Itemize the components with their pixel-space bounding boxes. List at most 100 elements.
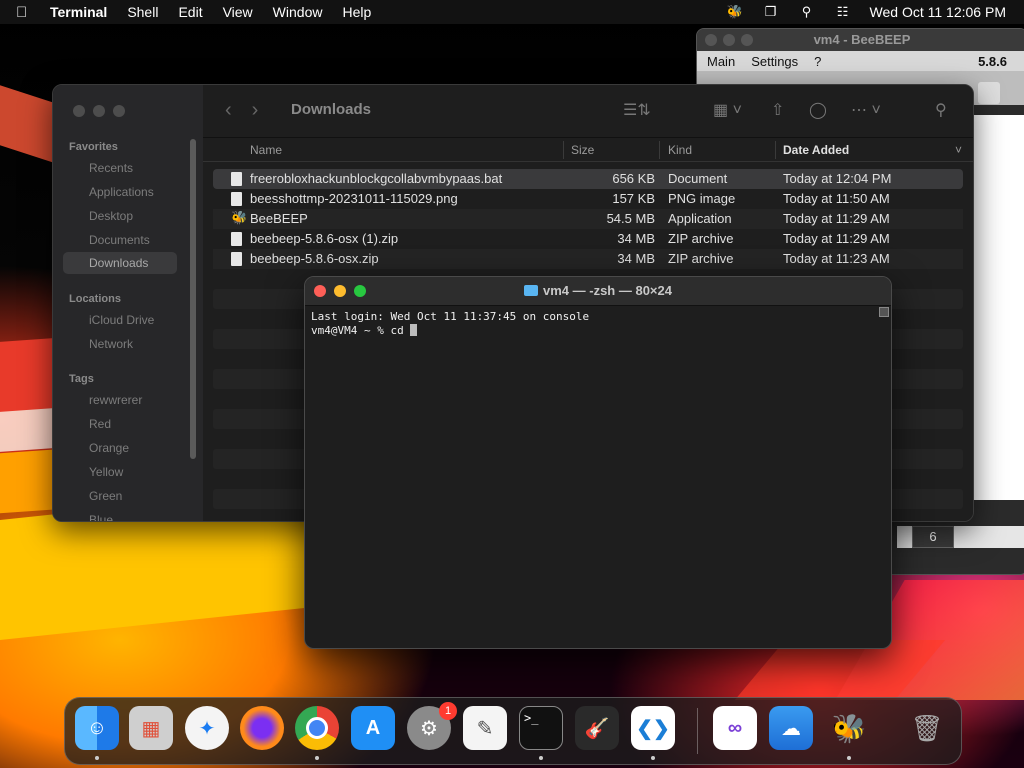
- terminal-output[interactable]: Last login: Wed Oct 11 11:37:45 on conso…: [305, 306, 891, 342]
- zip-file-icon: [231, 252, 242, 266]
- beebeep-menubar: Main Settings ? 5.8.6: [697, 51, 1024, 71]
- menu-bar:  Terminal Shell Edit View Window Help 🐝…: [0, 0, 1024, 24]
- beebeep-dock-icon[interactable]: 🐝: [827, 706, 871, 750]
- beebeep-menu-main[interactable]: Main: [707, 54, 735, 69]
- sidebar-tag-red[interactable]: Red: [89, 417, 111, 431]
- menu-app-terminal[interactable]: Terminal: [50, 4, 107, 20]
- garageband-dock-icon[interactable]: 🎸: [575, 706, 619, 750]
- menu-help[interactable]: Help: [342, 4, 371, 20]
- finder-sidebar: Favorites Recents Applications Desktop D…: [53, 85, 203, 521]
- column-date-added[interactable]: Date Added: [783, 143, 849, 157]
- more-actions-icon[interactable]: ⋯ ˅: [851, 100, 881, 120]
- firefox-dock-icon[interactable]: [240, 706, 284, 750]
- terminal-close-button[interactable]: [314, 285, 326, 297]
- finder-close-button[interactable]: [73, 105, 85, 117]
- zip-file-icon: [231, 232, 242, 246]
- terminal-last-login: Last login: Wed Oct 11 11:37:45 on conso…: [311, 310, 590, 323]
- sidebar-tag-orange[interactable]: Orange: [89, 441, 129, 455]
- menu-window[interactable]: Window: [273, 4, 323, 20]
- beebeep-menu-settings[interactable]: Settings: [751, 54, 798, 69]
- spotlight-search-icon[interactable]: ⚲: [798, 4, 816, 19]
- chrome-dock-icon[interactable]: [295, 706, 339, 750]
- sidebar-tag-yellow[interactable]: Yellow: [89, 465, 123, 479]
- finder-zoom-button[interactable]: [113, 105, 125, 117]
- sidebar-scrollbar[interactable]: [190, 139, 196, 459]
- vscode-dock-icon[interactable]: ❮❯: [631, 706, 675, 750]
- terminal-scrollbar[interactable]: [879, 307, 889, 317]
- beebeep-titlebar: vm4 - BeeBEEP: [697, 29, 1024, 51]
- control-center-icon[interactable]: ☷: [834, 4, 852, 19]
- menu-shell[interactable]: Shell: [127, 4, 158, 20]
- beebeep-version: 5.8.6: [978, 53, 1007, 69]
- table-row[interactable]: freerobloxhackunblockgcollabvmbypaas.bat…: [213, 169, 963, 189]
- back-forward-icon[interactable]: ‹›: [225, 99, 278, 122]
- image-file-icon: [231, 192, 242, 206]
- tag-icon[interactable]: ◯: [809, 100, 827, 120]
- column-kind[interactable]: Kind: [668, 143, 692, 157]
- sidebar-item-downloads[interactable]: Downloads: [63, 252, 177, 274]
- terminal-prompt: vm4@VM4 ~ % cd: [311, 324, 411, 337]
- terminal-titlebar: vm4 — -zsh — 80×24: [305, 277, 891, 306]
- sidebar-item-network[interactable]: Network: [89, 337, 133, 351]
- group-icon[interactable]: ▦ ˅: [713, 100, 742, 120]
- beebeep-title: vm4 - BeeBEEP: [813, 32, 911, 47]
- app-store-dock-icon[interactable]: A: [351, 706, 395, 750]
- sidebar-item-icloud-drive[interactable]: iCloud Drive: [89, 313, 154, 327]
- window-stack-icon[interactable]: ❐: [762, 4, 780, 19]
- bee-app-icon: 🐝: [231, 210, 248, 225]
- terminal-dock-icon[interactable]: >_: [519, 706, 563, 750]
- menu-edit[interactable]: Edit: [178, 4, 202, 20]
- sidebar-section-tags: Tags: [69, 373, 94, 385]
- beebeep-trash-icon[interactable]: [978, 82, 1000, 104]
- terminal-minimize-button[interactable]: [334, 285, 346, 297]
- sidebar-tag-rewwrerer[interactable]: rewwrerer: [89, 393, 142, 407]
- settings-badge: 1: [439, 702, 457, 720]
- finder-dock-icon[interactable]: ☺: [75, 706, 119, 750]
- badge-count: 6: [929, 529, 937, 544]
- bee-status-icon[interactable]: 🐝: [726, 4, 744, 19]
- sidebar-item-documents[interactable]: Documents: [89, 233, 150, 247]
- finder-minimize-button[interactable]: [93, 105, 105, 117]
- sort-chevron-icon[interactable]: ˅: [955, 143, 962, 157]
- column-name[interactable]: Name: [250, 143, 282, 157]
- document-icon: [231, 172, 242, 186]
- table-row[interactable]: beebeep-5.8.6-osx.zip 34 MB ZIP archive …: [213, 249, 963, 269]
- terminal-cursor: [410, 324, 418, 336]
- system-settings-dock-icon[interactable]: ⚙ 1: [407, 702, 457, 750]
- terminal-zoom-button[interactable]: [354, 285, 366, 297]
- menu-clock[interactable]: Wed Oct 11 12:06 PM: [870, 4, 1006, 20]
- table-row[interactable]: beesshottmp-20231011-115029.png 157 KB P…: [213, 189, 963, 209]
- menu-view[interactable]: View: [223, 4, 253, 20]
- visual-studio-dock-icon[interactable]: ∞: [713, 706, 757, 750]
- zoom-button[interactable]: [741, 34, 753, 46]
- close-button[interactable]: [705, 34, 717, 46]
- apple-icon[interactable]: : [16, 4, 36, 21]
- safari-dock-icon[interactable]: ✦: [185, 706, 229, 750]
- sidebar-item-desktop[interactable]: Desktop: [89, 209, 133, 223]
- dock: ☺ ▦ ✦ A ⚙ 1 ✎ >_ 🎸 ❮❯ ∞ ☁ 🐝 🗑: [64, 697, 962, 765]
- share-icon[interactable]: ⇧: [771, 100, 784, 120]
- table-row[interactable]: 🐝 BeeBEEP 54.5 MB Application Today at 1…: [213, 209, 963, 229]
- launchpad-dock-icon[interactable]: ▦: [129, 706, 173, 750]
- column-size[interactable]: Size: [571, 143, 594, 157]
- trash-dock-icon[interactable]: 🗑: [905, 706, 949, 750]
- sidebar-tag-blue[interactable]: Blue: [89, 513, 113, 521]
- textedit-dock-icon[interactable]: ✎: [463, 706, 507, 750]
- finder-title: Downloads: [291, 101, 372, 118]
- terminal-window: vm4 — -zsh — 80×24 Last login: Wed Oct 1…: [304, 276, 892, 649]
- sidebar-tag-green[interactable]: Green: [89, 489, 122, 503]
- folder-icon: [524, 285, 538, 296]
- weather-dock-icon[interactable]: ☁: [769, 706, 813, 750]
- sidebar-section-favorites: Favorites: [69, 141, 118, 153]
- sidebar-item-applications[interactable]: Applications: [89, 185, 154, 199]
- table-row[interactable]: beebeep-5.8.6-osx (1).zip 34 MB ZIP arch…: [213, 229, 963, 249]
- finder-toolbar: ‹› Downloads ☰⇅ ▦ ˅ ⇧ ◯ ⋯ ˅ ⚲: [203, 85, 973, 138]
- beebeep-menu-help[interactable]: ?: [814, 54, 821, 69]
- search-icon[interactable]: ⚲: [935, 100, 947, 120]
- list-view-icon[interactable]: ☰⇅: [623, 100, 651, 120]
- beebeep-user-count-badge[interactable]: 6: [912, 526, 954, 548]
- sidebar-item-recents[interactable]: Recents: [89, 161, 133, 175]
- sidebar-section-locations: Locations: [69, 293, 121, 305]
- beebeep-chat-panel[interactable]: [972, 115, 1024, 500]
- minimize-button[interactable]: [723, 34, 735, 46]
